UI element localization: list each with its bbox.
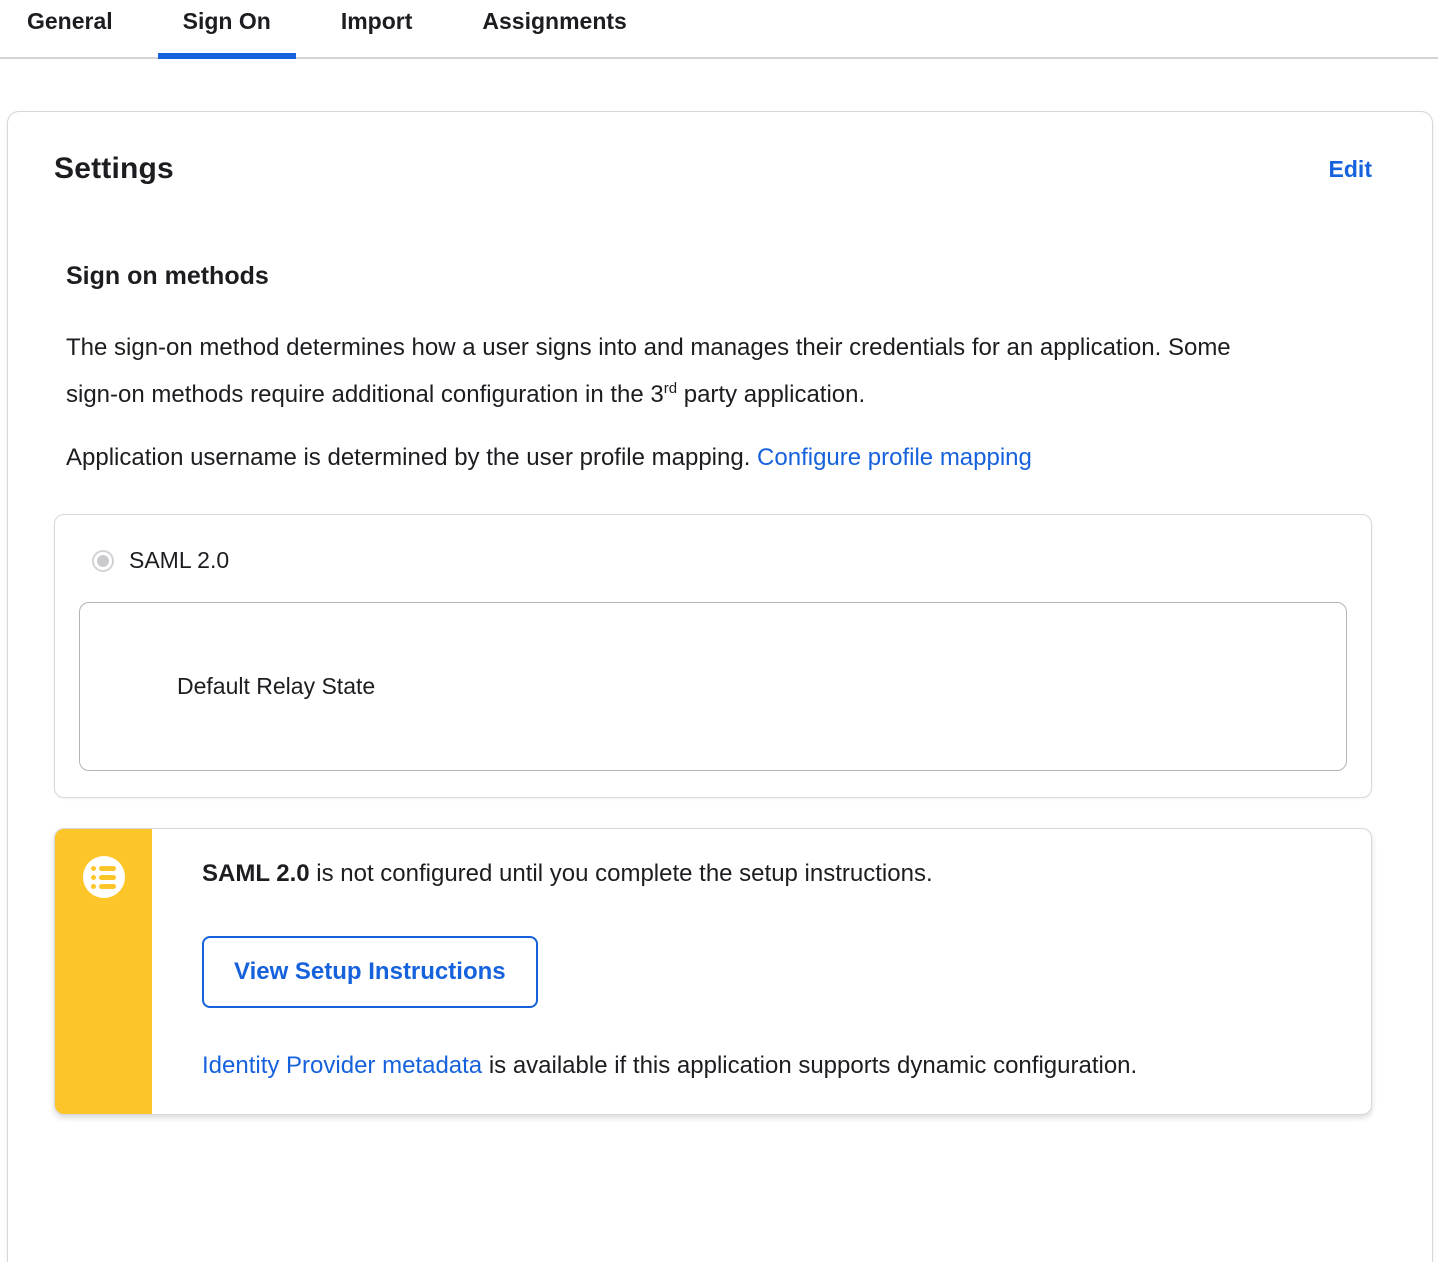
saml-radio-label: SAML 2.0 — [129, 547, 230, 574]
sign-on-methods-description: The sign-on method determines how a user… — [66, 325, 1234, 419]
metadata-message-text: is available if this application support… — [482, 1052, 1138, 1080]
callout-message-text: is not configured until you complete the… — [309, 860, 933, 888]
list-icon — [82, 856, 125, 899]
default-relay-state-fieldset: Default Relay State — [79, 602, 1347, 772]
identity-provider-metadata-line: Identity Provider metadata is available … — [202, 1052, 1331, 1080]
page-title: Settings — [54, 152, 174, 185]
username-note-text: Application username is determined by th… — [66, 443, 758, 471]
callout-message: SAML 2.0 is not configured until you com… — [202, 860, 1331, 888]
sign-on-methods-heading: Sign on methods — [66, 262, 269, 290]
view-setup-instructions-button[interactable]: View Setup Instructions — [202, 936, 538, 1009]
callout-app-name: SAML 2.0 — [202, 860, 310, 888]
callout-warning-stripe — [55, 829, 152, 1115]
saml-method-box: SAML 2.0 Default Relay State — [54, 514, 1372, 799]
tab-sign-on[interactable]: Sign On — [157, 8, 296, 59]
default-relay-state-label: Default Relay State — [177, 673, 376, 700]
radio-dot — [97, 554, 109, 567]
description-text-part1: The sign-on method determines how a user… — [66, 334, 1231, 408]
edit-button[interactable]: Edit — [1329, 156, 1372, 183]
saml-setup-callout: SAML 2.0 is not configured until you com… — [54, 828, 1372, 1116]
description-text-part2: party application. — [677, 380, 866, 408]
tab-general[interactable]: General — [2, 8, 138, 59]
callout-body: SAML 2.0 is not configured until you com… — [152, 829, 1371, 1114]
description-superscript: rd — [663, 379, 678, 397]
settings-card-header: Settings Edit — [54, 112, 1372, 186]
app-tab-bar: General Sign On Import Assignments — [0, 0, 1438, 59]
configure-profile-mapping-link[interactable]: Configure profile mapping — [757, 444, 1032, 471]
settings-card: Settings Edit Sign on methods The sign-o… — [7, 111, 1433, 1262]
tab-assignments[interactable]: Assignments — [457, 8, 651, 59]
identity-provider-metadata-link[interactable]: Identity Provider metadata — [202, 1052, 482, 1079]
saml-radio-button[interactable] — [92, 549, 114, 572]
saml-radio-row: SAML 2.0 — [92, 547, 1347, 574]
tab-import[interactable]: Import — [316, 8, 438, 59]
username-mapping-note: Application username is determined by th… — [66, 441, 1372, 475]
